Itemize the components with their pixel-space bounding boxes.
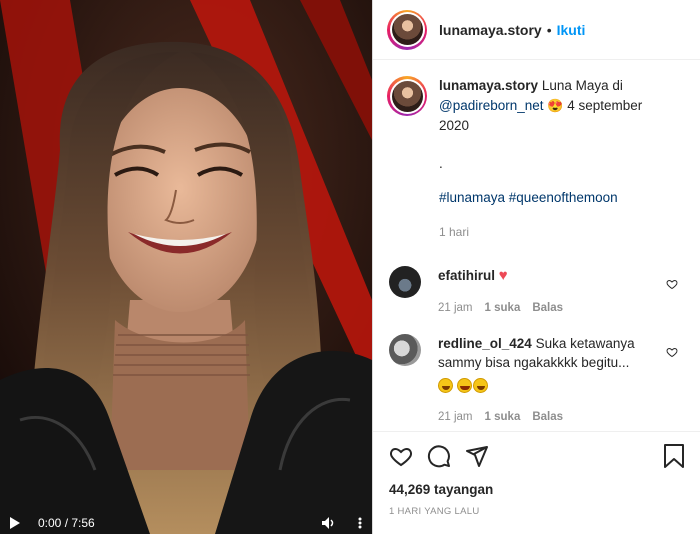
comment-username[interactable]: redline_ol_424 [438, 336, 532, 351]
mention-link[interactable]: @padireborn_net [439, 98, 544, 113]
video-controls: 0:00 / 7:56 [0, 512, 372, 534]
commenter-avatar[interactable] [389, 334, 421, 366]
profile-picture [391, 80, 423, 112]
comment-likes[interactable]: 1 suka [485, 299, 521, 318]
post-details-panel: lunamaya.story • Ikuti lunamaya.story Lu… [372, 0, 700, 534]
comment-age: 21 jam [438, 302, 473, 314]
like-icon[interactable] [389, 444, 413, 468]
save-icon[interactable] [663, 444, 685, 468]
like-comment-icon[interactable] [666, 346, 678, 358]
separator-dot: • [546, 21, 552, 38]
profile-picture [391, 14, 423, 45]
comment-username[interactable]: efatihirul [438, 268, 495, 283]
more-options-icon[interactable] [358, 517, 362, 529]
commenter-avatar[interactable] [389, 266, 421, 298]
view-count[interactable]: 44,269 tayangan [389, 482, 685, 497]
grinning-emoji-icon [457, 377, 472, 393]
post-actions: 44,269 tayangan 1 HARI YANG LALU [373, 431, 700, 517]
laughing-emoji-icon [473, 377, 488, 393]
follow-button[interactable]: Ikuti [557, 22, 586, 38]
comment-likes[interactable]: 1 suka [485, 408, 521, 427]
heart-eyes-emoji: 😍 [547, 98, 564, 113]
comment-icon[interactable] [427, 444, 451, 468]
hashtags[interactable]: #lunamaya #queenofthemoon [439, 188, 669, 208]
red-heart-emoji: ♥ [498, 267, 508, 284]
comment-age: 21 jam [438, 411, 473, 423]
comments-section: lunamaya.story Luna Maya di @padireborn_… [373, 60, 700, 427]
post-date: 1 HARI YANG LALU [389, 506, 480, 517]
volume-icon[interactable] [322, 517, 336, 529]
caption-text-1: Luna Maya di [541, 78, 623, 93]
laughing-emoji-icon [438, 377, 453, 393]
post-header: lunamaya.story • Ikuti [373, 0, 700, 60]
video-time: 0:00 / 7:56 [38, 516, 95, 530]
comment: redline_ol_424 Suka ketawanya sammy bisa… [387, 334, 684, 427]
reply-button[interactable]: Balas [532, 408, 563, 427]
caption: lunamaya.story Luna Maya di @padireborn_… [387, 76, 684, 242]
caption-username[interactable]: lunamaya.story [439, 78, 538, 93]
caption-dot: . [439, 156, 443, 171]
like-comment-icon[interactable] [666, 278, 678, 290]
instagram-post: 0:00 / 7:56 lunamaya.story • Ikuti lunam… [0, 0, 700, 534]
post-video[interactable]: 0:00 / 7:56 [0, 0, 372, 534]
laughing-emojis [438, 375, 648, 394]
caption-avatar[interactable] [387, 76, 427, 116]
caption-age: 1 hari [439, 225, 470, 239]
comment: efatihirul ♥ 21 jam 1 suka Balas [387, 266, 684, 318]
reply-button[interactable]: Balas [532, 299, 563, 318]
share-icon[interactable] [465, 444, 489, 468]
avatar[interactable] [387, 9, 427, 50]
caption-text: lunamaya.story Luna Maya di @padireborn_… [439, 76, 669, 242]
video-frame [0, 0, 372, 534]
play-icon[interactable] [10, 517, 20, 529]
header-username[interactable]: lunamaya.story [439, 22, 542, 38]
